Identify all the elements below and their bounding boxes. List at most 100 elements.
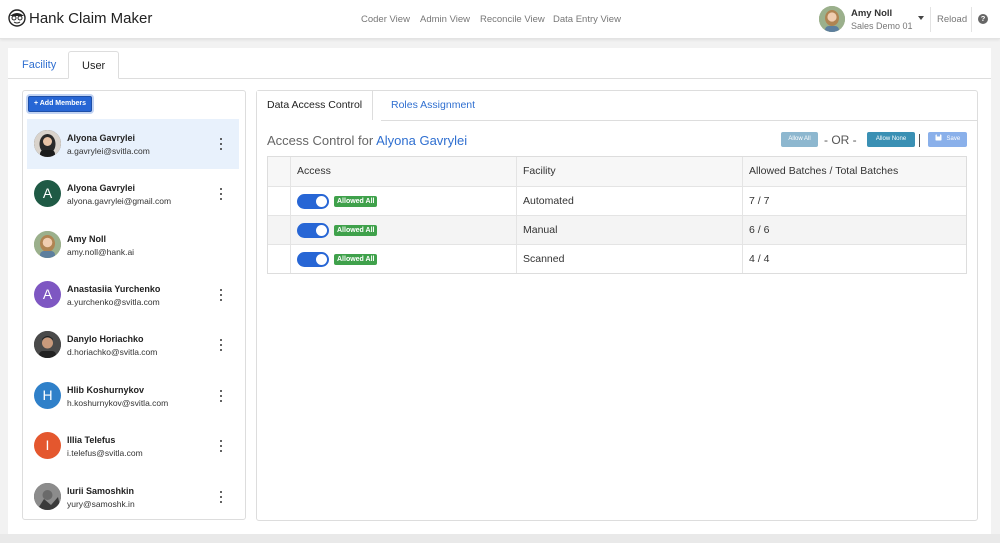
more-options-icon[interactable] [218,188,224,200]
more-options-icon[interactable] [218,339,224,351]
status-badge: Allowed All [334,196,378,207]
member-name: Iurii Samoshkin [67,486,135,496]
more-options-icon[interactable] [218,440,224,452]
member-photo-icon [34,231,61,258]
member-email: amy.noll@hank.ai [67,247,135,257]
app-title[interactable]: Hank Claim Maker [29,10,152,27]
more-options-icon[interactable] [218,289,224,301]
tab-user[interactable]: User [68,51,120,79]
access-toggle[interactable] [297,252,329,267]
save-label: Save [946,136,961,142]
tab-facility[interactable]: Facility [9,51,69,79]
table-row: Allowed All Automated 7 / 7 [268,186,966,215]
access-cell: Allowed All [290,245,516,273]
member-photo-icon [34,483,61,510]
member-name: Anastasiia Yurchenko [67,284,161,294]
logo-icon [8,9,26,27]
save-button[interactable]: Save [928,132,967,147]
selected-user-name: Alyona Gavrylei [376,133,468,148]
main-content: Facility User + Add Members Alyona Gavry… [8,48,991,534]
member-email: a.yurchenko@svitla.com [67,297,160,307]
access-toggle[interactable] [297,194,329,209]
facility-cell: Scanned [516,245,742,273]
member-name: Alyona Gavrylei [67,183,136,193]
reload-button[interactable]: Reload [937,14,967,25]
member-item[interactable]: Amy Noll amy.noll@hank.ai [27,220,239,270]
help-icon[interactable]: ? [978,14,988,24]
avatar: A [34,281,61,308]
avatar [34,231,61,258]
member-item[interactable]: I Illia Telefus i.telefus@svitla.com [27,421,239,471]
member-name: Illia Telefus [67,435,116,445]
member-item[interactable]: H Hlib Koshurnykov h.koshurnykov@svitla.… [27,371,239,421]
batches-cell: 7 / 7 [742,187,967,215]
allow-none-button[interactable]: Allow None [867,132,915,147]
access-control-title: Access Control for Alyona Gavrylei [267,133,467,148]
row-handle [268,245,290,273]
status-badge: Allowed All [334,225,378,236]
current-user-name[interactable]: Amy Noll [851,8,892,19]
more-options-icon[interactable] [218,491,224,503]
tab-data-access-control[interactable]: Data Access Control [257,91,374,120]
member-email: h.koshurnykov@svitla.com [67,398,169,408]
member-email: a.gavrylei@svitla.com [67,146,150,156]
table-row: Allowed All Scanned 4 / 4 [268,244,966,273]
avatar: H [34,382,61,409]
save-icon [935,134,942,141]
batches-cell: 4 / 4 [742,245,967,273]
title-prefix: Access Control for [267,133,374,148]
or-separator: - OR - [824,133,857,147]
user-photo-icon [819,6,845,32]
nav-coder-view[interactable]: Coder View [361,14,410,25]
member-name: Danylo Horiachko [67,334,144,344]
divider [930,7,931,32]
member-email: i.telefus@svitla.com [67,448,143,458]
allow-all-button[interactable]: Allow All [781,132,818,147]
member-item[interactable]: Iurii Samoshkin yury@samoshk.in [27,472,239,519]
table-header-row: Access Facility Allowed Batches / Total … [268,157,966,186]
member-name: Amy Noll [67,234,107,244]
member-photo-icon [34,331,61,358]
header-access: Access [290,157,516,186]
header-facility: Facility [516,157,742,186]
member-item[interactable]: Danylo Horiachko d.horiachko@svitla.com [27,320,239,370]
top-bar: Hank Claim Maker Coder View Admin View R… [0,0,1000,39]
avatar [34,130,61,157]
user-menu-chevron-down-icon[interactable] [918,16,924,20]
member-photo-icon [34,130,61,157]
status-badge: Allowed All [334,254,378,265]
current-user-avatar[interactable] [819,6,845,32]
add-members-button[interactable]: + Add Members [28,96,92,112]
access-panel: Data Access Control Roles Assignment Acc… [256,90,978,521]
avatar [34,483,61,510]
avatar: I [34,432,61,459]
member-item[interactable]: A Alyona Gavrylei alyona.gavrylei@gmail.… [27,169,239,219]
nav-admin-view[interactable]: Admin View [420,14,470,25]
members-panel: + Add Members Alyona Gavrylei a.gavrylei… [22,90,246,520]
member-name: Alyona Gavrylei [67,133,136,143]
more-options-icon[interactable] [218,390,224,402]
access-table: Access Facility Allowed Batches / Total … [267,156,967,274]
tab-roles-assignment[interactable]: Roles Assignment [381,91,485,120]
avatar: A [34,180,61,207]
member-item[interactable]: A Anastasiia Yurchenko a.yurchenko@svitl… [27,270,239,320]
member-email: yury@samoshk.in [67,499,135,509]
nav-reconcile-view[interactable]: Reconcile View [480,14,545,25]
facility-cell: Manual [516,216,742,244]
page-footer-strip [0,534,1000,543]
batches-cell: 6 / 6 [742,216,967,244]
row-handle [268,187,290,215]
member-email: d.horiachko@svitla.com [67,347,158,357]
member-item[interactable]: Alyona Gavrylei a.gavrylei@svitla.com [27,119,239,169]
tab-divider [381,120,978,121]
member-email: alyona.gavrylei@gmail.com [67,196,172,206]
nav-data-entry-view[interactable]: Data Entry View [553,14,621,25]
divider [919,134,920,147]
more-options-icon[interactable] [218,138,224,150]
access-cell: Allowed All [290,216,516,244]
access-cell: Allowed All [290,187,516,215]
avatar [34,331,61,358]
access-toggle[interactable] [297,223,329,238]
header-batches: Allowed Batches / Total Batches [742,157,967,186]
facility-cell: Automated [516,187,742,215]
